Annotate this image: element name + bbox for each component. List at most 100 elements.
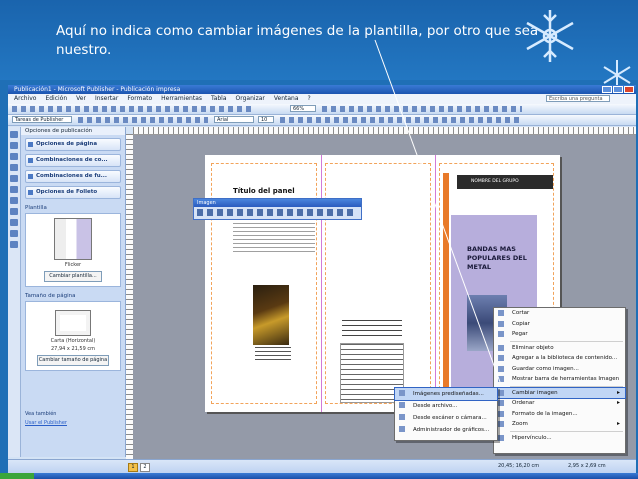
format-icons[interactable] <box>280 117 520 123</box>
oval-icon[interactable] <box>10 208 18 215</box>
context-menu-label: Formato de la imagen... <box>512 410 578 417</box>
context-menu-label: Zoom <box>512 421 528 427</box>
window-title: Publicación1 - Microsoft Publisher - Pub… <box>14 86 181 93</box>
format-icons[interactable] <box>78 117 208 123</box>
position-readout: 20,45; 16,20 cm <box>498 463 540 469</box>
toolbar-icons[interactable] <box>322 106 522 112</box>
slide-caption: Aquí no indica como cambiar imágenes de … <box>56 23 539 58</box>
template-thumbnail[interactable] <box>54 218 92 260</box>
page-size-thumbnail[interactable] <box>55 310 91 336</box>
image-toolbar-title[interactable]: Imagen <box>194 199 361 207</box>
format-toolbar: Tareas de Publisher Arial 10 <box>8 115 636 126</box>
font-schemes-item[interactable]: Combinaciones de fu... <box>25 170 121 183</box>
brochure-options-item[interactable]: Opciones de Folleto <box>25 186 121 199</box>
panel-title[interactable]: Título del panel <box>233 187 295 195</box>
line-icon[interactable] <box>10 186 18 193</box>
submenu-label: Administrador de gráficos... <box>413 427 490 433</box>
context-menu-label: Copiar <box>512 320 530 327</box>
organization-name[interactable] <box>342 320 402 336</box>
menu-tabla[interactable]: Tabla <box>211 94 227 104</box>
minimize-icon[interactable] <box>602 86 612 93</box>
context-menu-item[interactable]: Cortar <box>494 308 625 319</box>
standard-toolbar: 66% <box>8 104 636 115</box>
context-menu-item[interactable]: Pegar <box>494 329 625 340</box>
context-menu-item[interactable]: Hipervínculo... <box>494 433 625 444</box>
submenu-item[interactable]: Imágenes prediseñadas... <box>394 387 498 401</box>
menu-insertar[interactable]: Insertar <box>95 94 118 104</box>
see-also-label: Vea también <box>25 411 57 417</box>
submenu-item-icon <box>399 426 405 432</box>
menu-item-icon <box>498 344 504 351</box>
context-menu-label: Guardar como imagen... <box>512 365 579 372</box>
template-name: Flicker <box>64 262 82 268</box>
design-gallery-icon[interactable] <box>10 241 18 248</box>
context-menu-item[interactable]: Zoom ▸ <box>494 419 625 430</box>
menu-separator <box>510 430 623 432</box>
cover-header[interactable]: NOMBRE DEL GRUPO <box>457 175 553 189</box>
menu-edicion[interactable]: Edición <box>45 94 67 104</box>
arrow-icon[interactable] <box>10 197 18 204</box>
task-pane-title[interactable]: Opciones de publicación <box>21 127 125 135</box>
cover-title[interactable]: BANDAS MAS POPULARES DEL METAL <box>467 245 547 272</box>
close-icon[interactable] <box>624 86 634 93</box>
submenu-item-icon <box>399 402 405 408</box>
context-menu-label: Eliminar objeto <box>512 344 554 351</box>
road-photo[interactable] <box>253 285 289 345</box>
change-size-button[interactable]: Cambiar tamaño de página <box>37 355 109 366</box>
submenu-item[interactable]: Administrador de gráficos... <box>395 424 497 436</box>
menu-herramientas[interactable]: Herramientas <box>161 94 202 104</box>
text-box-icon[interactable] <box>10 142 18 149</box>
context-menu-item[interactable]: Cambiar imagen ▸ <box>493 386 626 399</box>
menu-ayuda[interactable]: ? <box>308 94 311 104</box>
menu-ver[interactable]: Ver <box>76 94 86 104</box>
photo-caption[interactable] <box>255 347 291 363</box>
page-size-section: Carta (Horizontal) 27,94 x 21,59 cm Camb… <box>25 301 121 371</box>
menu-item-icon <box>498 365 504 372</box>
context-menu-item[interactable]: Mostrar barra de herramientas Imagen <box>494 374 625 385</box>
picture-icon[interactable] <box>10 175 18 182</box>
page-size-dims: 27,94 x 21,59 cm <box>51 346 95 352</box>
page-options-item[interactable]: Opciones de página <box>25 138 121 151</box>
publisher-link[interactable]: Usar el Publisher <box>25 420 121 426</box>
menu-ventana[interactable]: Ventana <box>274 94 299 104</box>
rectangle-icon[interactable] <box>10 219 18 226</box>
toolbar-icons[interactable] <box>12 106 252 112</box>
context-menu-item[interactable]: Agregar a la biblioteca de contenido... <box>494 353 625 364</box>
submenu-arrow-icon: ▸ <box>616 388 620 396</box>
menu-formato[interactable]: Formato <box>127 94 152 104</box>
publisher-window: Publicación1 - Microsoft Publisher - Pub… <box>8 85 636 473</box>
maximize-icon[interactable] <box>613 86 623 93</box>
accent-bar <box>443 173 449 405</box>
vertical-ruler[interactable] <box>126 134 133 459</box>
font-box[interactable]: Arial <box>214 116 254 123</box>
menu-item-icon <box>498 331 504 337</box>
task-pane: Opciones de publicación Opciones de pági… <box>21 127 126 457</box>
context-menu: Cortar Copiar Pegar Eliminar objeto Agregar … <box>493 307 626 454</box>
page-1-tab[interactable]: 1 <box>128 463 138 472</box>
snowflake-icon <box>526 10 574 62</box>
change-template-button[interactable]: Cambiar plantilla... <box>44 271 102 282</box>
zoom-box[interactable]: 66% <box>290 105 316 112</box>
horizontal-ruler[interactable] <box>133 127 636 135</box>
context-menu-item[interactable]: Eliminar objeto <box>494 343 625 354</box>
wordart-icon[interactable] <box>10 164 18 171</box>
menu-archivo[interactable]: Archivo <box>14 94 36 104</box>
submenu-item[interactable]: Desde escáner o cámara... <box>395 412 497 424</box>
image-tool-icons[interactable] <box>197 209 355 216</box>
context-menu-item[interactable]: Ordenar ▸ <box>494 398 625 409</box>
submenu-item[interactable]: Desde archivo... <box>395 400 497 412</box>
color-schemes-item[interactable]: Combinaciones de co... <box>25 154 121 167</box>
context-menu-item[interactable]: Guardar como imagen... <box>494 364 625 375</box>
select-tool-icon[interactable] <box>10 131 18 138</box>
font-size-box[interactable]: 10 <box>258 116 274 123</box>
menu-organizar[interactable]: Organizar <box>236 94 265 104</box>
table-icon[interactable] <box>10 153 18 160</box>
autoshapes-icon[interactable] <box>10 230 18 237</box>
help-search-input[interactable]: Escriba una pregunta <box>546 95 610 102</box>
context-menu-item[interactable]: Formato de la imagen... <box>494 409 625 420</box>
start-button[interactable] <box>0 473 34 479</box>
submenu-label: Desde escáner o cámara... <box>413 415 487 421</box>
context-menu-item[interactable]: Copiar <box>494 319 625 330</box>
page-2-tab[interactable]: 2 <box>140 463 150 472</box>
tasks-box[interactable]: Tareas de Publisher <box>12 116 72 123</box>
